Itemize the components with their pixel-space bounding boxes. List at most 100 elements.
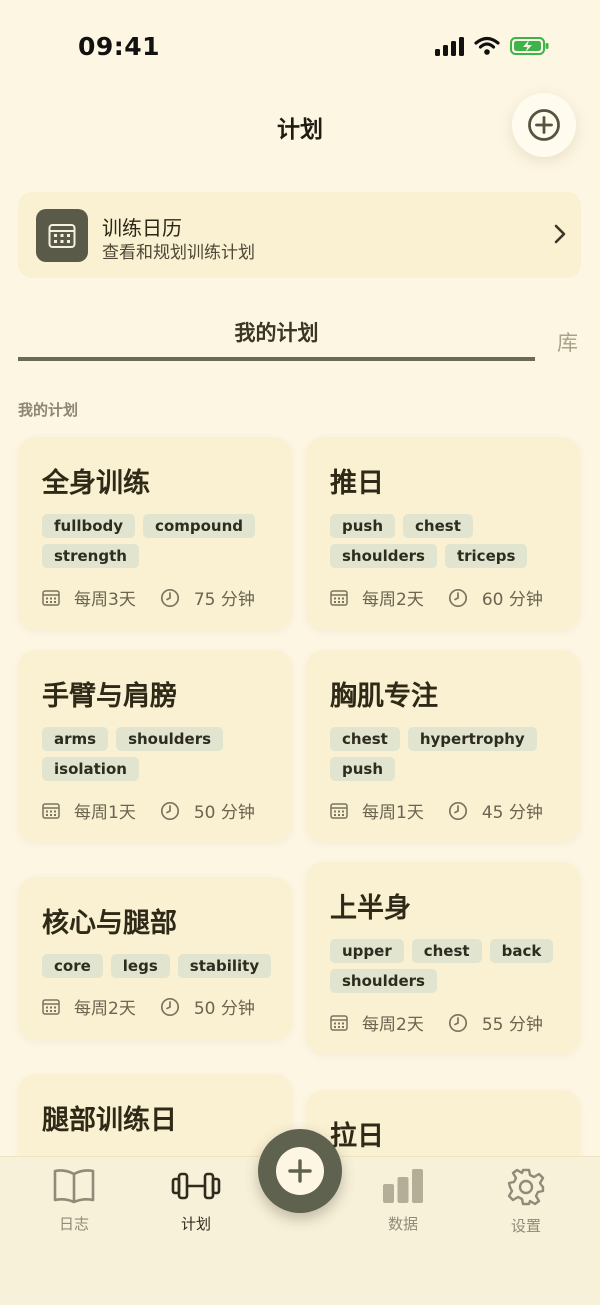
floating-add-button[interactable] bbox=[258, 1129, 342, 1213]
calendar-icon bbox=[36, 209, 88, 262]
plan-name: 胸肌专注 bbox=[330, 681, 438, 712]
nav-item-log[interactable]: 日志 bbox=[24, 1167, 124, 1234]
nav-label: 设置 bbox=[510, 1217, 541, 1235]
plan-tags: core legs stability bbox=[42, 954, 278, 978]
tag: fullbody bbox=[42, 514, 136, 538]
chevron-right-icon bbox=[554, 224, 566, 244]
calendar-icon bbox=[330, 1014, 348, 1032]
plan-card-arms-shoulders[interactable]: 手臂与肩膀 arms shoulders isolation 每周1天 50 分… bbox=[18, 650, 292, 842]
tag: legs bbox=[110, 954, 170, 978]
header: 计划 bbox=[0, 93, 600, 160]
plan-meta: 每周2天 60 分钟 bbox=[330, 585, 543, 610]
calendar-icon bbox=[42, 998, 60, 1016]
plan-name: 腿部训练日 bbox=[42, 1105, 177, 1136]
plan-meta: 每周1天 45 分钟 bbox=[330, 798, 543, 823]
plan-name: 拉日 bbox=[330, 1121, 384, 1152]
tag: compound bbox=[143, 514, 256, 538]
plan-frequency: 每周3天 bbox=[74, 590, 136, 610]
calendar-icon bbox=[330, 589, 348, 607]
plan-card-fullbody[interactable]: 全身训练 fullbody compound strength 每周3天 75 … bbox=[18, 437, 292, 630]
add-plan-button[interactable] bbox=[512, 93, 576, 157]
plan-tags: push chest shoulders triceps bbox=[330, 514, 566, 568]
nav-item-settings[interactable]: 设置 bbox=[476, 1167, 576, 1236]
plan-tags: chest hypertrophy push bbox=[330, 727, 566, 781]
clock-icon bbox=[160, 801, 180, 821]
plan-duration: 75 分钟 bbox=[193, 590, 255, 610]
tag: chest bbox=[403, 514, 473, 538]
plus-icon bbox=[276, 1147, 324, 1195]
calendar-icon bbox=[42, 802, 60, 820]
plan-frequency: 每周2天 bbox=[362, 590, 424, 610]
tag: arms bbox=[42, 727, 109, 751]
tag: strength bbox=[42, 544, 139, 568]
plan-tags: upper chest back shoulders bbox=[330, 939, 566, 993]
calendar-icon bbox=[330, 802, 348, 820]
plus-circle-icon bbox=[528, 109, 560, 141]
plan-card-core-legs[interactable]: 核心与腿部 core legs stability 每周2天 50 分钟 bbox=[18, 877, 292, 1040]
clock-icon bbox=[448, 801, 468, 821]
section-label: 我的计划 bbox=[18, 401, 79, 419]
plan-tabs: 我的计划 库 bbox=[0, 305, 600, 365]
tab-my-plans[interactable]: 我的计划 bbox=[18, 305, 535, 361]
clock-icon bbox=[448, 588, 468, 608]
nav-item-stats[interactable]: 数据 bbox=[353, 1167, 453, 1234]
calendar-subtitle: 查看和规划训练计划 bbox=[102, 243, 255, 263]
plan-frequency: 每周2天 bbox=[362, 1015, 424, 1035]
plan-card-chest-focus[interactable]: 胸肌专注 chest hypertrophy push 每周1天 45 分钟 bbox=[306, 650, 580, 842]
tag: isolation bbox=[42, 757, 139, 781]
tag: chest bbox=[411, 939, 482, 963]
plan-name: 核心与腿部 bbox=[42, 908, 177, 939]
nav-item-plans[interactable]: 计划 bbox=[146, 1167, 246, 1234]
tag: upper bbox=[330, 939, 404, 963]
dumbbell-icon bbox=[171, 1172, 221, 1200]
bar-chart-icon bbox=[383, 1169, 423, 1203]
status-icons bbox=[434, 36, 550, 56]
plan-duration: 50 分钟 bbox=[193, 803, 255, 823]
plan-name: 推日 bbox=[330, 468, 384, 499]
nav-label: 数据 bbox=[387, 1215, 418, 1233]
wifi-icon bbox=[474, 36, 500, 55]
plan-meta: 每周2天 55 分钟 bbox=[330, 1010, 543, 1035]
plan-name: 手臂与肩膀 bbox=[42, 681, 177, 712]
nav-label: 计划 bbox=[180, 1215, 211, 1233]
tag: triceps bbox=[444, 544, 528, 568]
plan-duration: 45 分钟 bbox=[481, 803, 543, 823]
plan-tags: fullbody compound strength bbox=[42, 514, 278, 568]
clock-icon bbox=[448, 1013, 468, 1033]
plan-duration: 50 分钟 bbox=[193, 999, 255, 1019]
plan-duration: 55 分钟 bbox=[481, 1015, 543, 1035]
tag: shoulders bbox=[116, 727, 224, 751]
plan-frequency: 每周1天 bbox=[74, 803, 136, 823]
status-time: 09:41 bbox=[78, 32, 161, 61]
calendar-title: 训练日历 bbox=[102, 216, 182, 240]
plan-meta: 每周3天 75 分钟 bbox=[42, 585, 255, 610]
tab-library[interactable]: 库 bbox=[557, 327, 578, 357]
calendar-icon bbox=[42, 589, 60, 607]
signal-icon bbox=[435, 37, 464, 56]
nav-label: 日志 bbox=[58, 1215, 89, 1233]
plan-tags: arms shoulders isolation bbox=[42, 727, 278, 781]
page-title: 计划 bbox=[277, 117, 323, 143]
plan-frequency: 每周1天 bbox=[362, 803, 424, 823]
training-calendar-card[interactable]: 训练日历 查看和规划训练计划 bbox=[18, 192, 581, 278]
status-bar: 09:41 bbox=[0, 0, 600, 96]
gear-icon bbox=[507, 1168, 545, 1206]
plan-meta: 每周2天 50 分钟 bbox=[42, 994, 255, 1019]
tag: chest bbox=[330, 727, 400, 751]
tag: hypertrophy bbox=[407, 727, 537, 751]
clock-icon bbox=[160, 588, 180, 608]
clock-icon bbox=[160, 997, 180, 1017]
book-icon bbox=[53, 1169, 95, 1204]
plan-card-upper-body[interactable]: 上半身 upper chest back shoulders 每周2天 55 分… bbox=[306, 862, 580, 1054]
tag: shoulders bbox=[330, 544, 437, 568]
tag: core bbox=[42, 954, 103, 978]
battery-icon bbox=[510, 37, 549, 55]
tag: push bbox=[330, 514, 396, 538]
tag: push bbox=[330, 757, 396, 781]
tag: stability bbox=[177, 954, 272, 978]
plan-card-push-day[interactable]: 推日 push chest shoulders triceps 每周2天 60 … bbox=[306, 437, 580, 630]
plan-duration: 60 分钟 bbox=[481, 590, 543, 610]
plan-name: 上半身 bbox=[330, 893, 411, 924]
tag: back bbox=[489, 939, 554, 963]
plan-frequency: 每周2天 bbox=[74, 999, 136, 1019]
